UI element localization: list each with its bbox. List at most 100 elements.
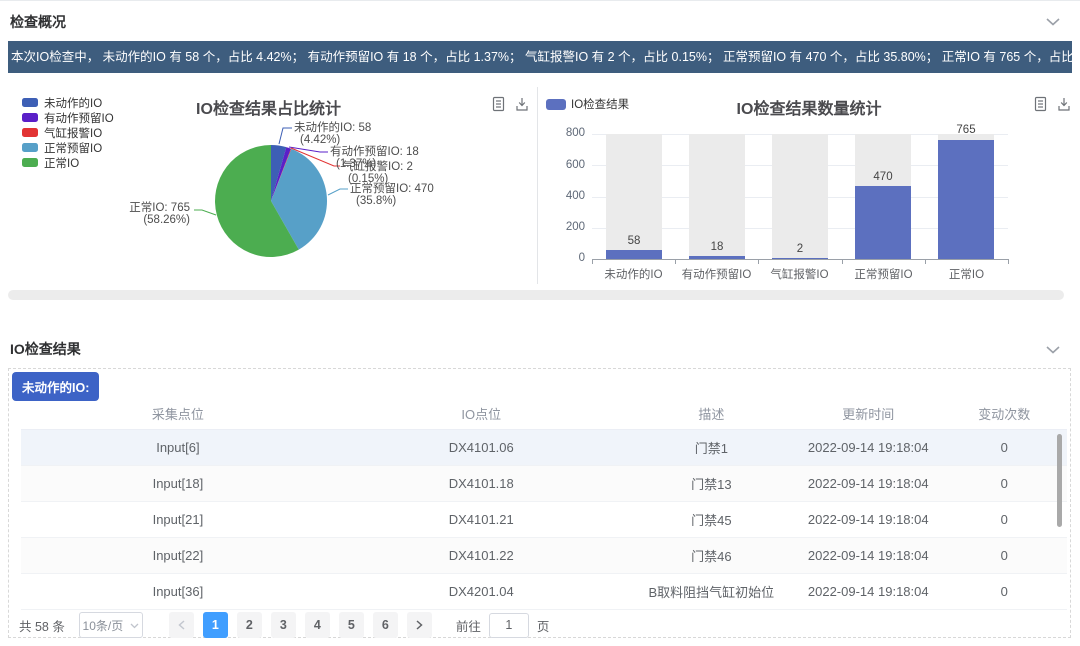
- cell-update-time: 2022-09-14 19:18:04: [795, 512, 941, 527]
- cell-change-count: 0: [941, 476, 1067, 491]
- cell-description: B取料阻挡气缸初始位: [628, 582, 795, 601]
- cell-change-count: 0: [941, 584, 1067, 599]
- column-header: 更新时间: [795, 404, 941, 423]
- io-inspection-page: 检查概况 本次IO检查中， 未动作的IO 有 58 个，占比 4.42%； 有动…: [0, 0, 1080, 646]
- cell-update-time: 2022-09-14 19:18:04: [795, 584, 941, 599]
- cell-update-time: 2022-09-14 19:18:04: [795, 548, 941, 563]
- goto-page-label: 前往: [456, 616, 481, 635]
- pie-slice-pct: (4.42%): [300, 134, 340, 146]
- bar[interactable]: [606, 250, 662, 259]
- x-axis-label: 未动作的IO: [592, 266, 675, 282]
- table-row[interactable]: Input[6] DX4101.06 门禁1 2022-09-14 19:18:…: [21, 430, 1067, 466]
- y-axis-tick: 800: [555, 127, 585, 139]
- result-filter-badge[interactable]: 未动作的IO:: [12, 372, 99, 401]
- cell-change-count: 0: [941, 548, 1067, 563]
- cell-io-point: DX4101.21: [335, 512, 628, 527]
- total-count-label: 共 58 条: [19, 616, 65, 635]
- x-axis-label: 正常预留IO: [842, 266, 925, 282]
- cell-update-time: 2022-09-14 19:18:04: [795, 440, 941, 455]
- cell-io-point: DX4201.04: [335, 584, 628, 599]
- bar-background-band: [772, 134, 828, 259]
- cell-change-count: 0: [941, 512, 1067, 527]
- y-axis-tick: 600: [555, 159, 585, 171]
- cell-collect-point: Input[36]: [21, 584, 335, 599]
- pie-slice-label: 有动作预留IO: 18: [330, 144, 419, 158]
- results-section-title: IO检查结果: [10, 339, 81, 359]
- cell-description: 门禁13: [628, 474, 795, 493]
- cell-description: 门禁45: [628, 510, 795, 529]
- page-button[interactable]: 4: [305, 612, 330, 638]
- bar-value-label: 765: [938, 124, 994, 136]
- table-row[interactable]: Input[22] DX4101.22 门禁46 2022-09-14 19:1…: [21, 538, 1067, 574]
- pie-slice-label: 气缸报警IO: 2: [342, 159, 413, 173]
- page-button[interactable]: 1: [203, 612, 228, 638]
- table-row[interactable]: Input[21] DX4101.21 门禁45 2022-09-14 19:1…: [21, 502, 1067, 538]
- chevron-down-icon: [1046, 341, 1060, 358]
- y-axis-tick: 0: [555, 252, 585, 264]
- x-axis-label: 正常IO: [925, 266, 1008, 282]
- pie-leader-line: [328, 189, 348, 195]
- cell-description: 门禁1: [628, 438, 795, 457]
- pie-chart: 未动作的IO: 58 (4.42%) 有动作预留IO: 18 (1.37%) 气…: [0, 81, 537, 286]
- overview-collapse-button[interactable]: [1046, 13, 1060, 31]
- chevron-down-icon: [1046, 13, 1060, 30]
- summary-banner: 本次IO检查中， 未动作的IO 有 58 个，占比 4.42%； 有动作预留IO…: [8, 41, 1072, 73]
- page-button[interactable]: 2: [237, 612, 262, 638]
- page-button[interactable]: 5: [339, 612, 364, 638]
- data-view-icon[interactable]: [1034, 96, 1050, 113]
- cell-update-time: 2022-09-14 19:18:04: [795, 476, 941, 491]
- results-collapse-button[interactable]: [1046, 341, 1060, 359]
- pie-leader-line: [279, 128, 292, 144]
- bar-value-label: 18: [689, 241, 745, 253]
- cell-io-point: DX4101.22: [335, 548, 628, 563]
- download-icon[interactable]: [1057, 96, 1073, 113]
- x-axis-label: 有动作预留IO: [675, 266, 758, 282]
- table-header-row: 采集点位 IO点位 描述 更新时间 变动次数: [21, 398, 1067, 430]
- cell-io-point: DX4101.18: [335, 476, 628, 491]
- x-axis-tick: [1008, 259, 1009, 264]
- page-button[interactable]: 3: [271, 612, 296, 638]
- results-table: 采集点位 IO点位 描述 更新时间 变动次数 Input[6] DX4101.0…: [21, 398, 1067, 610]
- bar-toolbox: [1034, 96, 1073, 113]
- table-row[interactable]: Input[36] DX4201.04 B取料阻挡气缸初始位 2022-09-1…: [21, 574, 1067, 610]
- column-header: IO点位: [335, 404, 628, 423]
- goto-page-suffix: 页: [537, 616, 550, 635]
- charts-horizontal-scrollbar[interactable]: [8, 290, 1064, 300]
- x-axis-tick: [925, 259, 926, 264]
- x-axis-tick: [842, 259, 843, 264]
- pie-slice-label: 正常IO: 765: [129, 201, 190, 214]
- cell-io-point: DX4101.06: [335, 440, 628, 455]
- pie-slice-pct: (58.26%): [143, 214, 190, 226]
- summary-text: 本次IO检查中， 未动作的IO 有 58 个，占比 4.42%； 有动作预留IO…: [11, 50, 1072, 64]
- prev-page-button[interactable]: [169, 612, 194, 638]
- cell-collect-point: Input[21]: [21, 512, 335, 527]
- page-size-select[interactable]: 10条/页: [79, 612, 143, 638]
- column-header: 采集点位: [21, 404, 335, 423]
- y-axis-tick: 400: [555, 190, 585, 202]
- bar[interactable]: [855, 186, 911, 259]
- table-row[interactable]: Input[18] DX4101.18 门禁13 2022-09-14 19:1…: [21, 466, 1067, 502]
- pagination: 共 58 条 10条/页 1 2 3 4 5 6 前往 页: [15, 612, 549, 638]
- chevron-down-icon: [130, 618, 139, 632]
- results-container: 未动作的IO: 采集点位 IO点位 描述 更新时间 变动次数 Input[6] …: [8, 368, 1071, 638]
- page-size-value: 10条/页: [83, 617, 124, 634]
- x-axis-tick: [758, 259, 759, 264]
- goto-page-input[interactable]: [489, 613, 529, 638]
- x-axis-line: [592, 259, 1009, 260]
- cell-collect-point: Input[18]: [21, 476, 335, 491]
- next-page-button[interactable]: [407, 612, 432, 638]
- overview-section-title: 检查概况: [10, 12, 66, 32]
- page-button[interactable]: 6: [373, 612, 398, 638]
- legend-label: IO检查结果: [571, 96, 629, 112]
- cell-change-count: 0: [941, 440, 1067, 455]
- bar-value-label: 2: [772, 243, 828, 255]
- cell-collect-point: Input[22]: [21, 548, 335, 563]
- cell-description: 门禁46: [628, 546, 795, 565]
- bar-plot-area: 58 18 2 470 765: [592, 134, 1008, 259]
- pie-slice-label: 正常预留IO: 470: [350, 182, 434, 195]
- bar-legend[interactable]: IO检查结果: [546, 96, 629, 112]
- pie-slice-label: 未动作的IO: 58: [294, 120, 371, 134]
- bar[interactable]: [938, 140, 994, 260]
- table-vertical-scrollbar[interactable]: [1057, 434, 1062, 527]
- column-header: 描述: [628, 404, 795, 423]
